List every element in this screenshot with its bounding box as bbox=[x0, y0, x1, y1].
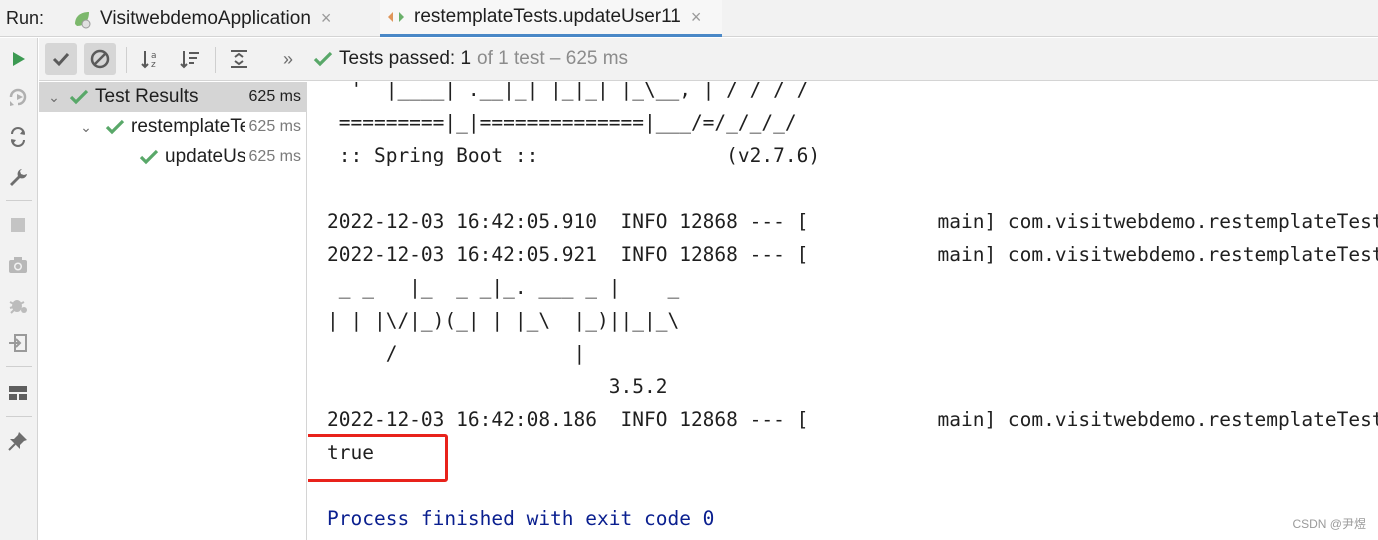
close-icon[interactable]: × bbox=[691, 7, 702, 28]
toolbar-divider bbox=[6, 416, 32, 417]
check-icon bbox=[105, 119, 125, 135]
chevron-down-icon[interactable]: ⌄ bbox=[77, 119, 95, 136]
rerun-icon[interactable] bbox=[5, 46, 31, 72]
check-icon bbox=[69, 89, 89, 105]
tree-item-label: updateUser11 bbox=[165, 146, 245, 167]
tests-passed-text: Tests passed: 1 bbox=[339, 48, 472, 69]
sort-by-duration-button[interactable] bbox=[174, 43, 206, 75]
expand-all-icon bbox=[231, 50, 247, 68]
tree-item-time: 625 ms bbox=[248, 118, 301, 135]
more-actions-button[interactable]: » bbox=[277, 43, 299, 75]
settings-wrench-icon[interactable] bbox=[5, 164, 31, 190]
test-toolbar: az » Tests passed: 1 of 1 test – 625 ms bbox=[39, 38, 1378, 81]
tab-restemplate-tests[interactable]: restemplateTests.updateUser11 × bbox=[380, 0, 722, 37]
watermark: CSDN @尹煜 bbox=[1292, 517, 1366, 531]
console-line: 3.5.2 bbox=[327, 375, 668, 398]
double-chevron-right-icon: » bbox=[282, 48, 293, 69]
console-output[interactable]: ' |____| .__|_| |_|_| |_\__, | / / / / =… bbox=[308, 82, 1378, 540]
tree-item-test-results[interactable]: ⌄ Test Results 625 ms bbox=[39, 82, 307, 112]
console-line: ' |____| .__|_| |_|_| |_\__, | / / / / bbox=[327, 82, 809, 101]
toolbar-divider bbox=[6, 200, 32, 201]
console-line: =========|_|==============|___/=/_/_/_/ bbox=[327, 111, 797, 134]
ignored-icon bbox=[90, 49, 110, 69]
tree-item-restemplate-tests[interactable]: ⌄ restemplateTests 625 ms bbox=[39, 112, 307, 142]
tree-item-label: restemplateTests bbox=[131, 116, 245, 137]
chevron-down-icon[interactable]: ⌄ bbox=[45, 89, 63, 106]
check-icon bbox=[52, 52, 70, 67]
tree-item-label: Test Results bbox=[95, 86, 199, 107]
pin-icon[interactable] bbox=[5, 428, 31, 454]
tab-label: VisitwebdemoApplication bbox=[100, 7, 311, 29]
stop-icon[interactable] bbox=[5, 212, 31, 238]
import-icon[interactable] bbox=[5, 330, 31, 356]
sort-duration-icon bbox=[180, 51, 199, 69]
rerun-failed-icon[interactable] bbox=[5, 84, 31, 110]
run-tabbar: Run: VisitwebdemoApplication × restempla… bbox=[0, 0, 1378, 37]
debug-icon[interactable] bbox=[5, 292, 31, 318]
tests-summary-text: of 1 test – 625 ms bbox=[477, 48, 629, 69]
console-line: 2022-12-03 16:42:05.921 INFO 12868 --- [… bbox=[327, 243, 1378, 266]
check-icon bbox=[313, 51, 333, 67]
toggle-auto-test-icon[interactable] bbox=[5, 124, 31, 150]
toolbar-divider bbox=[6, 366, 32, 367]
spring-boot-icon bbox=[72, 9, 92, 29]
console-line: / | bbox=[327, 342, 586, 365]
show-passed-button[interactable] bbox=[45, 43, 77, 75]
toolbar-divider bbox=[215, 47, 216, 73]
check-icon bbox=[139, 149, 159, 165]
junit-icon bbox=[386, 7, 406, 27]
test-status: Tests passed: 1 of 1 test – 625 ms bbox=[313, 48, 628, 70]
tab-visitwebdemo-application[interactable]: VisitwebdemoApplication × bbox=[72, 0, 331, 37]
sort-alpha-icon: az bbox=[141, 51, 157, 70]
expand-all-button[interactable] bbox=[223, 43, 255, 75]
console-line: | | |\/|_)(_| | |_\ |_)||_|_\ bbox=[327, 309, 680, 332]
process-finished-line: Process finished with exit code 0 bbox=[327, 507, 715, 530]
tree-item-time: 625 ms bbox=[248, 148, 301, 165]
console-line: 2022-12-03 16:42:05.910 INFO 12868 --- [… bbox=[327, 210, 1378, 233]
tree-item-update-user11[interactable]: updateUser11 625 ms bbox=[39, 142, 307, 172]
tab-label: restemplateTests.updateUser11 bbox=[414, 6, 681, 27]
highlight-box bbox=[308, 434, 448, 482]
console-line: :: Spring Boot :: (v2.7.6) bbox=[327, 144, 821, 167]
tree-item-time: 625 ms bbox=[248, 88, 301, 105]
console-line: 2022-12-03 16:42:08.186 INFO 12868 --- [… bbox=[327, 408, 1378, 431]
toolbar-divider bbox=[126, 47, 127, 73]
left-toolbar bbox=[0, 38, 38, 540]
console-line: _ _ |_ _ _|_. ___ _ | _ bbox=[327, 276, 680, 299]
camera-icon[interactable] bbox=[5, 252, 31, 278]
svg-text:z: z bbox=[151, 60, 156, 70]
layout-icon[interactable] bbox=[5, 380, 31, 406]
run-label: Run: bbox=[6, 8, 45, 28]
sort-alphabetically-button[interactable]: az bbox=[135, 43, 167, 75]
close-icon[interactable]: × bbox=[321, 8, 332, 29]
test-results-tree[interactable]: ⌄ Test Results 625 ms ⌄ restemplateTests… bbox=[39, 82, 307, 540]
show-ignored-button[interactable] bbox=[84, 43, 116, 75]
